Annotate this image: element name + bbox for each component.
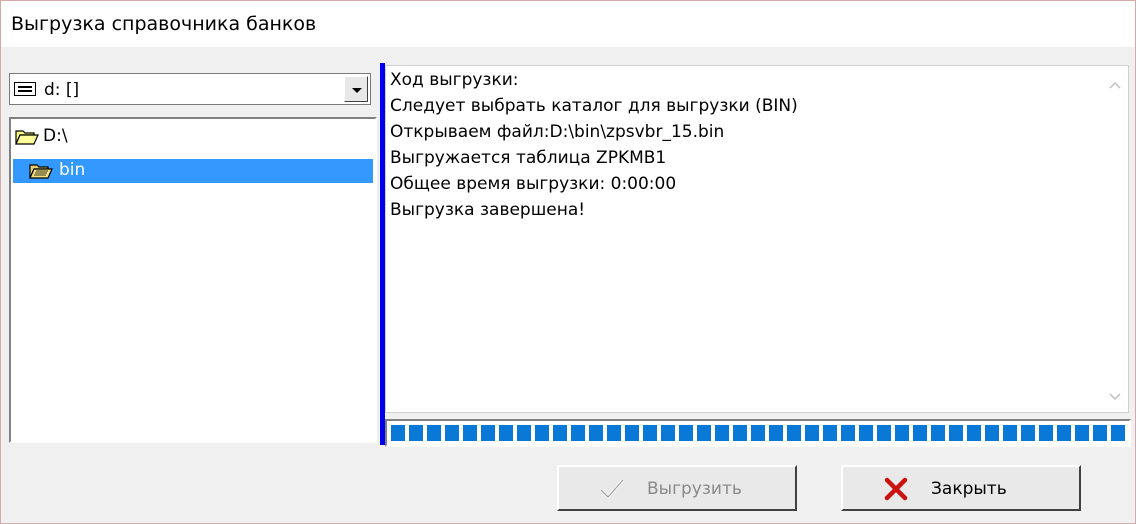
window-title: Выгрузка справочника банков	[11, 13, 317, 35]
progress-segment	[553, 425, 567, 441]
checkmark-icon	[599, 479, 625, 500]
progress-segment	[931, 425, 945, 441]
progress-segment	[625, 425, 639, 441]
progress-segment	[661, 425, 675, 441]
progress-segment	[895, 425, 909, 441]
progress-segment	[427, 425, 441, 441]
progress-segment	[571, 425, 585, 441]
drive-icon	[14, 82, 36, 96]
progress-segment	[1057, 425, 1071, 441]
progress-segment	[859, 425, 873, 441]
log-line: Выгружается таблица ZPKMB1	[390, 148, 667, 168]
chevron-down-icon	[352, 88, 362, 93]
log-line: Открываем файл:D:\bin\zpsvbr_15.bin	[390, 122, 725, 142]
progress-segment	[805, 425, 819, 441]
directory-item-root[interactable]: D:\	[13, 125, 373, 149]
directory-item-label: D:\	[43, 126, 68, 146]
open-folder-icon	[15, 130, 39, 145]
progress-segment	[985, 425, 999, 441]
log-line: Общее время выгрузки: 0:00:00	[390, 174, 677, 194]
progress-segment	[715, 425, 729, 441]
progress-segment	[841, 425, 855, 441]
close-button[interactable]: Закрыть	[841, 465, 1081, 511]
progress-segment	[409, 425, 423, 441]
progress-bar	[385, 419, 1131, 447]
progress-segment	[1021, 425, 1035, 441]
log-textarea[interactable]: Ход выгрузки: Следует выбрать каталог дл…	[385, 65, 1129, 413]
progress-segment	[823, 425, 837, 441]
progress-segment	[697, 425, 711, 441]
close-button-label: Закрыть	[931, 479, 1007, 499]
drive-select-value: d: []	[44, 80, 80, 100]
directory-item-label: bin	[59, 160, 86, 180]
scroll-up-icon[interactable]	[1108, 80, 1122, 90]
progress-segment	[535, 425, 549, 441]
progress-segment	[499, 425, 513, 441]
progress-segment	[787, 425, 801, 441]
upload-button[interactable]: Выгрузить	[557, 465, 797, 511]
progress-segment	[733, 425, 747, 441]
progress-segment	[463, 425, 477, 441]
progress-segment	[1075, 425, 1089, 441]
progress-segment	[967, 425, 981, 441]
progress-segment	[877, 425, 891, 441]
dropdown-button[interactable]	[344, 76, 368, 102]
drive-select[interactable]: d: []	[9, 73, 371, 105]
progress-segment	[643, 425, 657, 441]
progress-segment	[751, 425, 765, 441]
progress-segment	[391, 425, 405, 441]
progress-segment	[769, 425, 783, 441]
scroll-down-icon[interactable]	[1108, 392, 1122, 402]
progress-segment	[1039, 425, 1053, 441]
progress-segment	[1003, 425, 1017, 441]
progress-segment	[1111, 425, 1125, 441]
progress-segment	[517, 425, 531, 441]
progress-segment	[679, 425, 693, 441]
dialog-window: Выгрузка справочника банков d: [] D:\ bi…	[0, 0, 1136, 524]
progress-segment	[589, 425, 603, 441]
directory-item-bin[interactable]: bin	[13, 159, 373, 183]
progress-fill	[391, 425, 1125, 441]
log-line: Выгрузка завершена!	[390, 200, 586, 220]
progress-segment	[913, 425, 927, 441]
open-folder-icon	[29, 164, 53, 179]
progress-segment	[445, 425, 459, 441]
close-x-icon	[884, 477, 908, 501]
directory-list[interactable]: D:\ bin	[9, 117, 377, 443]
log-line: Ход выгрузки:	[390, 70, 519, 90]
progress-segment	[949, 425, 963, 441]
title-bar: Выгрузка справочника банков	[1, 1, 1135, 47]
progress-segment	[607, 425, 621, 441]
progress-segment	[1093, 425, 1107, 441]
upload-button-label: Выгрузить	[647, 479, 742, 499]
progress-segment	[481, 425, 495, 441]
log-line: Следует выбрать каталог для выгрузки (BI…	[390, 96, 798, 116]
